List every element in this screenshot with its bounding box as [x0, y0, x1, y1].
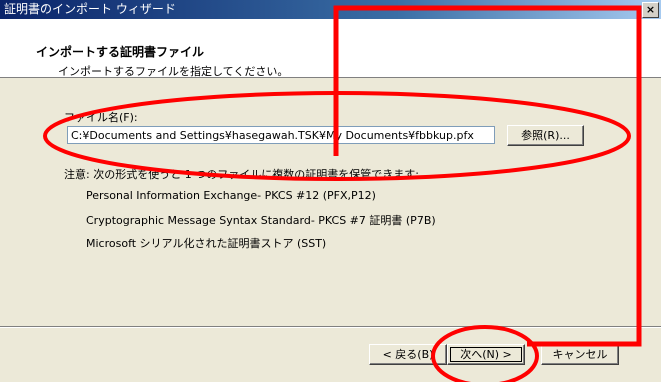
wizard-header: インポートする証明書ファイル インポートするファイルを指定してください。: [0, 19, 661, 78]
file-name-input[interactable]: C:¥Documents and Settings¥hasegawah.TSK¥…: [67, 126, 495, 144]
cancel-button[interactable]: キャンセル: [541, 344, 619, 365]
back-button[interactable]: < 戻る(B): [369, 344, 447, 365]
format-item-sst: Microsoft シリアル化された証明書ストア (SST): [86, 237, 327, 250]
close-button[interactable]: ×: [642, 2, 659, 18]
page-subtitle: インポートするファイルを指定してください。: [58, 65, 289, 78]
title-bar: 証明書のインポート ウィザード ×: [0, 0, 661, 19]
format-item-pfx: Personal Information Exchange- PKCS #12 …: [86, 189, 376, 202]
formats-note: 注意: 次の形式を使うと 1 つのファイルに複数の証明書を保管できます:: [64, 168, 419, 181]
format-item-p7b: Cryptographic Message Syntax Standard- P…: [86, 214, 436, 227]
page-title: インポートする証明書ファイル: [36, 45, 205, 59]
browse-button[interactable]: 参照(R)...: [507, 125, 584, 146]
next-button[interactable]: 次へ(N) >: [447, 344, 525, 365]
window-title: 証明書のインポート ウィザード: [4, 2, 176, 16]
footer-separator: [0, 326, 661, 328]
import-wizard-window: 証明書のインポート ウィザード × インポートする証明書ファイル インポートする…: [0, 0, 661, 382]
file-name-label: ファイル名(F):: [64, 111, 138, 124]
